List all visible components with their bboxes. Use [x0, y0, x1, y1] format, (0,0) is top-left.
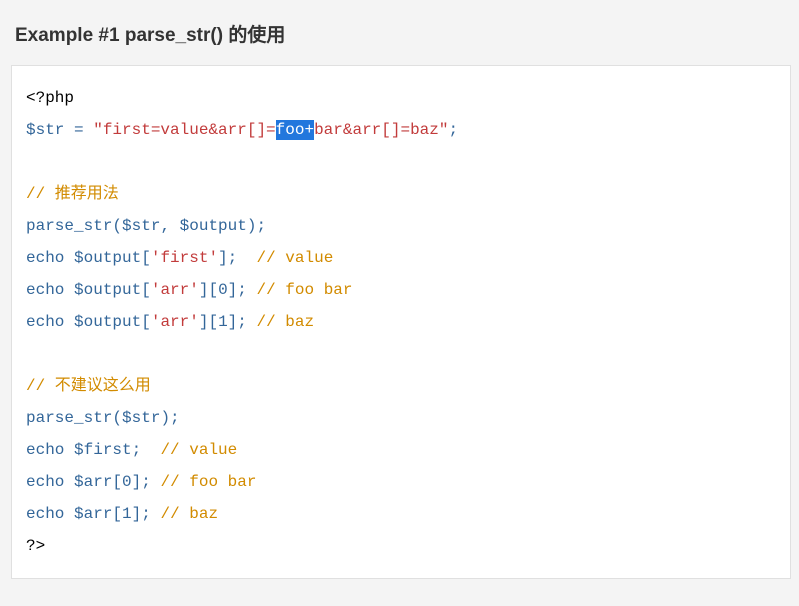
php-close-tag: ?> — [26, 537, 45, 555]
code-num: 1 — [218, 313, 228, 331]
code-echo: echo — [26, 473, 74, 491]
code-var: $arr — [74, 505, 112, 523]
code-semi: ; — [141, 473, 151, 491]
code-echo: echo — [26, 441, 74, 459]
code-bracket: ] — [218, 249, 228, 267]
code-bracket: [ — [141, 313, 151, 331]
code-fn: parse_str — [26, 217, 112, 235]
code-semi: ; — [448, 121, 458, 139]
code-paren: ) — [160, 409, 170, 427]
code-paren: ( — [112, 217, 122, 235]
code-var: $str — [26, 121, 64, 139]
code-comment: // foo bar — [151, 473, 257, 491]
code-bracket: [ — [112, 505, 122, 523]
code-bracket: [ — [141, 249, 151, 267]
code-comment: // 推荐用法 — [26, 185, 119, 203]
code-num: 0 — [218, 281, 228, 299]
code-comment: // baz — [247, 313, 314, 331]
code-block[interactable]: <?php $str = "first=value&arr[]=foo+bar&… — [11, 65, 791, 579]
code-var: $output — [74, 281, 141, 299]
code-semi: ; — [237, 313, 247, 331]
code-bracket: ] — [132, 505, 142, 523]
code-comment: // foo bar — [247, 281, 353, 299]
code-comment: // baz — [151, 505, 218, 523]
code-bracket: ][ — [199, 313, 218, 331]
code-var: $output — [180, 217, 247, 235]
code-semi: ; — [228, 249, 238, 267]
code-semi: ; — [170, 409, 180, 427]
code-semi: ; — [256, 217, 266, 235]
code-bracket: ][ — [199, 281, 218, 299]
example-title: Example #1 parse_str() 的使用 — [0, 0, 799, 65]
code-var: $str — [122, 409, 160, 427]
code-var: $output — [74, 249, 141, 267]
code-semi: ; — [237, 281, 247, 299]
code-num: 0 — [122, 473, 132, 491]
code-var: $arr — [74, 473, 112, 491]
code-bracket: ] — [228, 313, 238, 331]
code-var: $output — [74, 313, 141, 331]
code-comment: // value — [237, 249, 333, 267]
code-bracket: [ — [141, 281, 151, 299]
code-string: 'first' — [151, 249, 218, 267]
code-var: $first — [74, 441, 132, 459]
code-echo: echo — [26, 505, 74, 523]
code-paren: ( — [112, 409, 122, 427]
code-string: "first=value&arr[]= — [93, 121, 275, 139]
code-string: bar&arr[]=baz" — [314, 121, 448, 139]
code-num: 1 — [122, 505, 132, 523]
code-echo: echo — [26, 281, 74, 299]
code-comment: // value — [141, 441, 237, 459]
code-semi: ; — [141, 505, 151, 523]
code-comment: // 不建议这么用 — [26, 377, 151, 395]
code-echo: echo — [26, 249, 74, 267]
code-op: = — [64, 121, 93, 139]
code-string: 'arr' — [151, 313, 199, 331]
selected-text[interactable]: foo+ — [276, 120, 314, 140]
code-bracket: ] — [228, 281, 238, 299]
code-fn: parse_str — [26, 409, 112, 427]
code-semi: ; — [132, 441, 142, 459]
code-bracket: [ — [112, 473, 122, 491]
code-comma: , — [160, 217, 179, 235]
code-string: 'arr' — [151, 281, 199, 299]
code-echo: echo — [26, 313, 74, 331]
code-bracket: ] — [132, 473, 142, 491]
code-content[interactable]: <?php $str = "first=value&arr[]=foo+bar&… — [26, 82, 776, 562]
php-open-tag: <?php — [26, 89, 74, 107]
code-var: $str — [122, 217, 160, 235]
